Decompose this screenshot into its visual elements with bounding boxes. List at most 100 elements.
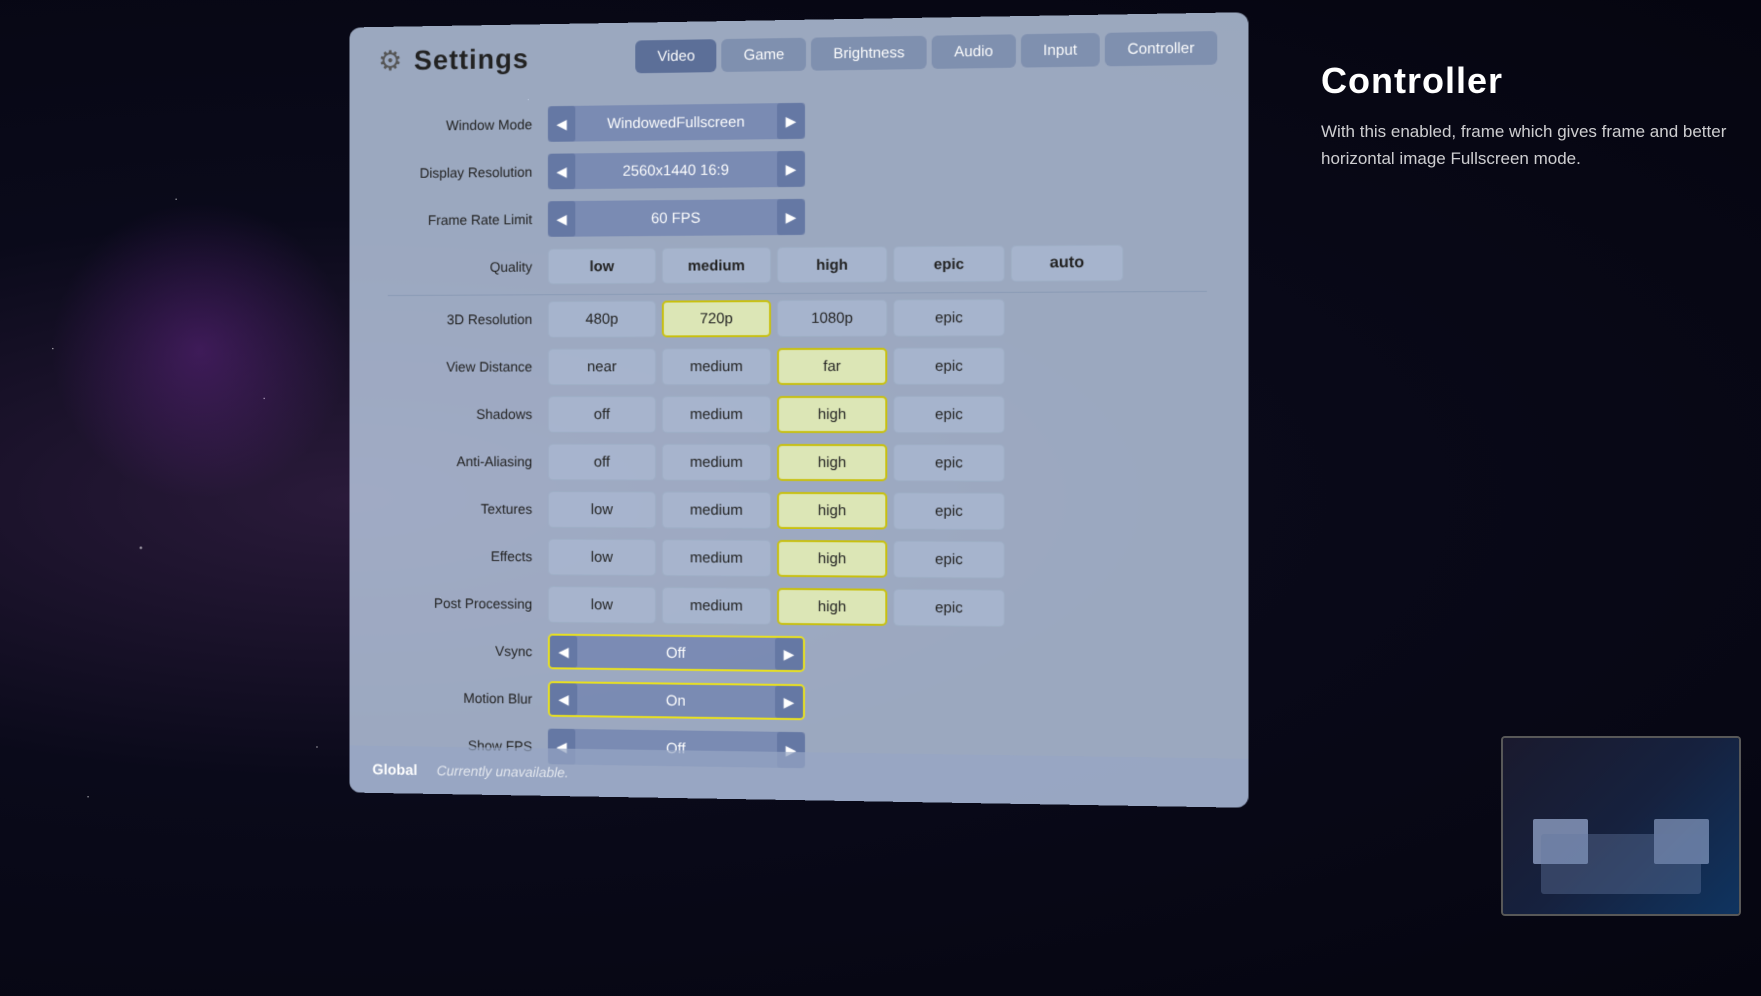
shadows-btn-epic[interactable]: epic: [893, 395, 1004, 432]
shadows-label: Shadows: [388, 406, 548, 422]
aa-btn-epic[interactable]: epic: [893, 444, 1004, 482]
aa-btn-off[interactable]: off: [548, 443, 656, 480]
post-processing-options: low medium high epic: [548, 586, 1005, 627]
tab-audio[interactable]: Audio: [932, 34, 1016, 69]
view-dist-btn-epic[interactable]: epic: [893, 347, 1004, 384]
window-mode-label: Window Mode: [388, 116, 548, 134]
eff-btn-high[interactable]: high: [777, 539, 887, 577]
shadows-btn-high[interactable]: high: [777, 395, 887, 432]
3d-resolution-row: 3D Resolution 480p 720p 1080p epic: [388, 296, 1207, 339]
page-title: Settings: [414, 43, 529, 76]
quality-btn-low[interactable]: low: [548, 248, 656, 284]
eff-btn-low[interactable]: low: [548, 538, 656, 575]
quality-btn-medium[interactable]: medium: [662, 247, 771, 284]
tab-controller[interactable]: Controller: [1105, 31, 1217, 66]
display-resolution-row: Display Resolution ◀ 2560x1440 16:9 ▶: [388, 144, 1207, 193]
quality-row: Quality low medium high epic auto: [388, 242, 1207, 287]
vsync-row: Vsync ◀ Off ▶: [388, 630, 1207, 679]
motion-blur-label: Motion Blur: [388, 689, 548, 707]
anti-aliasing-options: off medium high epic: [548, 443, 1005, 481]
quality-label: Quality: [388, 259, 548, 276]
gear-icon: ⚙: [378, 44, 402, 77]
motion-blur-row: Motion Blur ◀ On ▶: [388, 677, 1207, 727]
3d-res-btn-720p[interactable]: 720p: [662, 300, 771, 337]
3d-res-btn-480p[interactable]: 480p: [548, 300, 656, 337]
tex-btn-medium[interactable]: medium: [662, 491, 771, 528]
display-resolution-prev[interactable]: ◀: [548, 153, 575, 189]
tex-btn-low[interactable]: low: [548, 491, 656, 528]
display-resolution-next[interactable]: ▶: [777, 151, 805, 187]
aa-btn-high[interactable]: high: [777, 443, 887, 480]
quality-options: low medium high epic auto: [548, 245, 1123, 285]
post-processing-label: Post Processing: [388, 595, 548, 612]
shadows-row: Shadows off medium high epic: [388, 394, 1207, 435]
quality-btn-high[interactable]: high: [777, 246, 887, 283]
post-processing-row: Post Processing low medium high epic: [388, 583, 1207, 630]
tab-game[interactable]: Game: [722, 38, 807, 72]
effects-label: Effects: [388, 548, 548, 565]
header-title-area: ⚙ Settings: [378, 41, 606, 77]
textures-options: low medium high epic: [548, 491, 1005, 530]
window-mode-next[interactable]: ▶: [777, 103, 805, 139]
eff-btn-epic[interactable]: epic: [893, 540, 1004, 578]
view-dist-btn-medium[interactable]: medium: [662, 348, 771, 385]
display-resolution-selector: ◀ 2560x1440 16:9 ▶: [548, 151, 805, 190]
window-mode-prev[interactable]: ◀: [548, 106, 575, 142]
header: ⚙ Settings Video Game Brightness Audio I…: [349, 12, 1248, 77]
webcam-thumbnail: [1501, 736, 1741, 916]
shadows-btn-off[interactable]: off: [548, 396, 656, 433]
tab-brightness[interactable]: Brightness: [811, 36, 927, 71]
3d-res-btn-1080p[interactable]: 1080p: [777, 299, 887, 337]
frame-rate-row: Frame Rate Limit ◀ 60 FPS ▶: [388, 193, 1207, 240]
3d-res-btn-epic[interactable]: epic: [893, 298, 1004, 336]
vsync-prev[interactable]: ◀: [550, 636, 577, 668]
eff-btn-medium[interactable]: medium: [662, 539, 771, 577]
pp-btn-high[interactable]: high: [777, 587, 887, 625]
vsync-label: Vsync: [388, 642, 548, 659]
window-mode-row: Window Mode ◀ WindowedFullscreen ▶: [388, 95, 1207, 145]
tex-btn-epic[interactable]: epic: [893, 492, 1004, 530]
frame-rate-next[interactable]: ▶: [777, 199, 805, 235]
frame-rate-selector: ◀ 60 FPS ▶: [548, 199, 805, 237]
window-mode-value: WindowedFullscreen: [575, 113, 777, 132]
webcam-desk: [1541, 834, 1701, 894]
vsync-value: Off: [577, 643, 775, 662]
3d-resolution-options: 480p 720p 1080p epic: [548, 298, 1005, 337]
aa-btn-medium[interactable]: medium: [662, 443, 771, 480]
pp-btn-medium[interactable]: medium: [662, 587, 771, 625]
settings-content: Window Mode ◀ WindowedFullscreen ▶ Displ…: [349, 74, 1248, 805]
frame-rate-label: Frame Rate Limit: [388, 211, 548, 228]
anti-aliasing-row: Anti-Aliasing off medium high epic: [388, 441, 1207, 483]
pp-btn-epic[interactable]: epic: [893, 588, 1004, 626]
motion-blur-next[interactable]: ▶: [775, 686, 803, 718]
shadows-btn-medium[interactable]: medium: [662, 396, 771, 433]
vsync-selector: ◀ Off ▶: [548, 634, 805, 673]
display-resolution-value: 2560x1440 16:9: [575, 161, 777, 180]
frame-rate-value: 60 FPS: [575, 209, 777, 228]
frame-rate-prev[interactable]: ◀: [548, 201, 575, 237]
textures-label: Textures: [388, 500, 548, 516]
settings-panel: ⚙ Settings Video Game Brightness Audio I…: [349, 12, 1248, 808]
global-label: Global: [372, 761, 417, 778]
motion-blur-value: On: [577, 691, 775, 710]
shadows-options: off medium high epic: [548, 395, 1005, 432]
controller-title: Controller: [1321, 60, 1741, 102]
quality-btn-epic[interactable]: epic: [893, 245, 1004, 282]
quality-btn-auto[interactable]: auto: [1011, 245, 1124, 282]
window-mode-selector: ◀ WindowedFullscreen ▶: [548, 103, 805, 142]
right-panel: Controller With this enabled, frame whic…: [1321, 60, 1741, 172]
motion-blur-prev[interactable]: ◀: [550, 683, 577, 715]
view-dist-btn-near[interactable]: near: [548, 348, 656, 385]
textures-row: Textures low medium high epic: [388, 489, 1207, 533]
anti-aliasing-label: Anti-Aliasing: [388, 453, 548, 469]
pp-btn-low[interactable]: low: [548, 586, 656, 624]
tab-input[interactable]: Input: [1021, 33, 1100, 68]
vsync-next[interactable]: ▶: [775, 638, 803, 670]
view-dist-btn-far[interactable]: far: [777, 347, 887, 384]
3d-resolution-label: 3D Resolution: [388, 311, 548, 327]
status-text: Currently unavailable.: [437, 762, 569, 780]
view-distance-label: View Distance: [388, 359, 548, 375]
tex-btn-high[interactable]: high: [777, 491, 887, 529]
nav-tabs: Video Game Brightness Audio Input Contro…: [636, 31, 1218, 73]
tab-video[interactable]: Video: [636, 39, 717, 73]
